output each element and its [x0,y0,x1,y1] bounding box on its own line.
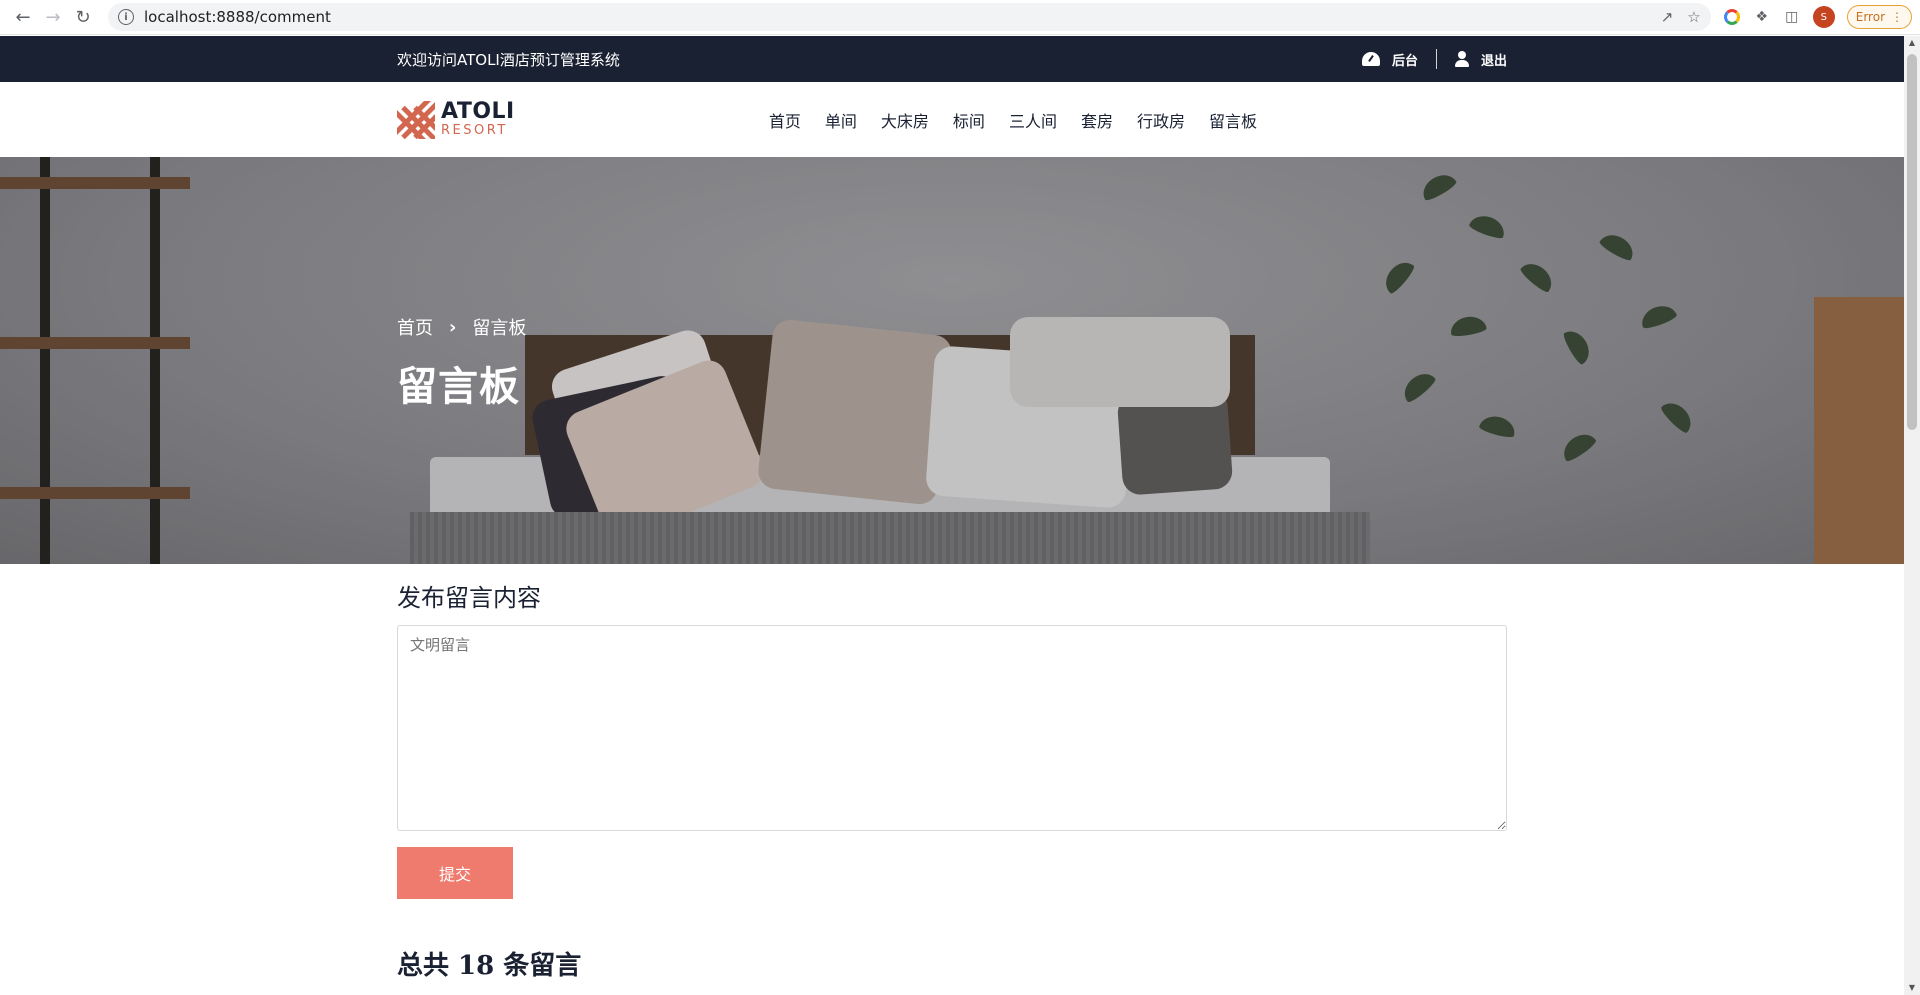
site-info-icon[interactable]: i [118,9,134,25]
hero-content: 首页 › 留言板 留言板 [397,314,526,412]
page-scrollbar[interactable]: ▲ ▼ [1904,36,1920,995]
comment-textarea[interactable] [397,625,1507,831]
share-icon[interactable]: ↗ [1661,8,1674,26]
forward-icon[interactable]: → [38,2,68,32]
scroll-up-icon[interactable]: ▲ [1904,36,1920,50]
breadcrumb: 首页 › 留言板 [397,314,526,340]
more-menu-icon: ⋮ [1891,10,1903,24]
menu-item-triple[interactable]: 三人间 [1009,108,1057,132]
chevron-right-icon: › [449,316,457,338]
main-menu: 首页 单间 大床房 标间 三人间 套房 行政房 留言板 [769,108,1257,132]
back-icon[interactable]: ← [8,2,38,32]
address-bar[interactable]: i localhost:8888/comment ↗ ☆ [108,3,1711,31]
admin-link[interactable]: 后台 [1361,50,1418,69]
admin-label: 后台 [1391,53,1418,69]
welcome-text: 欢迎访问ATOLI酒店预订管理系统 [397,50,620,69]
menu-item-executive[interactable]: 行政房 [1137,108,1185,132]
menu-item-standard[interactable]: 标间 [953,108,985,132]
page-viewport: 欢迎访问ATOLI酒店预订管理系统 后台 退出 ATOLI RESORT 首页 … [0,36,1904,995]
menu-item-single[interactable]: 单间 [825,108,857,132]
logo-subtitle: RESORT [441,122,508,138]
breadcrumb-current: 留言板 [472,318,527,339]
menu-item-guestbook[interactable]: 留言板 [1209,108,1257,132]
logout-label: 退出 [1480,53,1507,69]
error-label: Error [1855,10,1885,24]
hero-banner: 首页 › 留言板 留言板 [0,157,1904,564]
comment-form: 发布留言内容 提交 总共 18 条留言 [397,578,1507,982]
scroll-thumb[interactable] [1907,54,1917,430]
menu-item-suite[interactable]: 套房 [1081,108,1113,132]
breadcrumb-home[interactable]: 首页 [397,314,433,340]
bookmark-star-icon[interactable]: ☆ [1687,8,1700,26]
dashboard-icon [1361,52,1380,66]
scroll-down-icon[interactable]: ▼ [1904,981,1920,995]
menu-item-king[interactable]: 大床房 [881,108,929,132]
page-title: 留言板 [397,364,520,410]
logout-link[interactable]: 退出 [1454,50,1507,69]
extension-color-icon[interactable] [1723,8,1741,26]
site-header: ATOLI RESORT 首页 单间 大床房 标间 三人间 套房 行政房 留言板 [0,82,1904,157]
logo-title: ATOLI [441,98,515,124]
logo-mark-icon [397,100,435,139]
reload-icon[interactable]: ↻ [68,2,98,32]
error-button[interactable]: Error ⋮ [1846,5,1912,29]
form-title: 发布留言内容 [397,584,541,612]
comment-count-heading: 总共 18 条留言 [397,951,582,981]
browser-toolbar: ← → ↻ i localhost:8888/comment ↗ ☆ ❖ ◫ S… [0,0,1920,35]
extensions-puzzle-icon[interactable]: ❖ [1753,8,1771,26]
divider [1435,49,1437,69]
side-panel-icon[interactable]: ◫ [1783,8,1801,26]
profile-avatar[interactable]: S [1812,6,1835,28]
user-icon [1454,51,1469,67]
site-logo[interactable]: ATOLI RESORT [397,98,637,139]
submit-button[interactable]: 提交 [397,847,513,899]
top-bar: 欢迎访问ATOLI酒店预订管理系统 后台 退出 [0,36,1904,82]
url-text[interactable]: localhost:8888/comment [144,8,1661,26]
menu-item-home[interactable]: 首页 [769,108,801,132]
